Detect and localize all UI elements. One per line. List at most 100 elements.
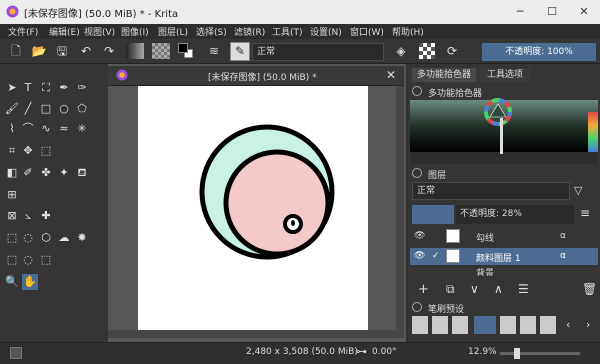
visibility-eye-icon[interactable]: 👁	[414, 251, 425, 261]
brush-preset-thumb[interactable]	[500, 316, 516, 334]
close-button[interactable]: ✕	[568, 0, 600, 24]
fill-bucket-icon[interactable]: ⛾	[74, 165, 90, 181]
edit-shapes-icon[interactable]: ⛶	[38, 80, 54, 96]
brush-settings-icon[interactable]: ≋	[206, 43, 222, 59]
tab-color-selector[interactable]: 多功能拾色器	[412, 68, 476, 82]
ellipse-tool-icon[interactable]: ○	[56, 101, 72, 117]
layer-blend-mode-select[interactable]: 正常	[412, 182, 570, 200]
brush-preset-thumb[interactable]	[432, 316, 448, 334]
layer-properties-icon[interactable]: ☰	[518, 282, 529, 296]
chevron-right-icon[interactable]: ›	[586, 318, 590, 331]
layer-opacity-slider[interactable]: 不透明度: 28%	[456, 205, 574, 224]
lock-icon[interactable]	[412, 168, 422, 178]
zoom-slider[interactable]	[500, 352, 580, 355]
filter-icon[interactable]: ▽	[574, 184, 582, 197]
layer-row[interactable]: 背景	[410, 268, 598, 276]
multibrush-icon[interactable]: ✳	[74, 121, 90, 137]
colorize-mask-icon[interactable]: ✤	[38, 165, 54, 181]
menu-view[interactable]: 视图(V)	[84, 25, 115, 38]
zoom-slider-handle[interactable]	[514, 348, 520, 359]
ruler-tool-icon[interactable]: ⦣	[20, 208, 36, 224]
alpha-lock-icon[interactable]: α	[560, 231, 566, 241]
tab-tool-options[interactable]: 工具选项	[480, 68, 530, 82]
undo-icon[interactable]: ↶	[78, 43, 94, 59]
chevron-left-icon[interactable]: ‹	[566, 318, 570, 331]
gradient-tool-icon[interactable]: ◧	[4, 165, 20, 181]
measure-tool-icon[interactable]: ⊠	[4, 208, 20, 224]
text-tool-icon[interactable]: T	[20, 80, 36, 96]
minimize-button[interactable]: ─	[504, 0, 536, 24]
select-shapes-icon[interactable]: ➤	[4, 80, 20, 96]
transform-tool-icon[interactable]: ⬚	[38, 143, 54, 159]
smart-fill-icon[interactable]: ✦	[56, 165, 72, 181]
menu-file[interactable]: 文件(F)	[8, 25, 38, 38]
new-document-icon[interactable]: 🗋	[8, 43, 24, 59]
freehand-path-icon[interactable]: ∿	[38, 121, 54, 137]
polyline-tool-icon[interactable]: ⌇	[4, 121, 20, 137]
menu-filter[interactable]: 滤镜(R)	[234, 25, 265, 38]
reload-preset-icon[interactable]: ⟳	[444, 43, 460, 59]
layer-color-swatch[interactable]	[412, 205, 454, 224]
menu-window[interactable]: 窗口(W)	[350, 25, 384, 38]
brush-preset-thumb[interactable]	[540, 316, 556, 334]
brush-preset-thumb[interactable]	[452, 316, 468, 334]
color-wheel-icon[interactable]	[484, 98, 512, 126]
alpha-lock-icon[interactable]	[419, 43, 435, 59]
dynamic-brush-icon[interactable]: ≈	[56, 121, 72, 137]
bezier-select-icon[interactable]: ◌	[20, 252, 36, 268]
menu-settings[interactable]: 设置(N)	[310, 25, 342, 38]
pan-tool-icon[interactable]: ✋	[22, 274, 38, 290]
lock-icon[interactable]	[412, 302, 422, 312]
move-tool-icon[interactable]: ✥	[20, 143, 36, 159]
move-layer-down-icon[interactable]: ∨	[470, 282, 479, 296]
color-picker-icon[interactable]: ✐	[20, 165, 36, 181]
lock-icon[interactable]	[412, 86, 422, 96]
brush-preset-thumb[interactable]	[520, 316, 536, 334]
menu-select[interactable]: 选择(S)	[196, 25, 227, 38]
horizontal-scrollbar[interactable]	[108, 330, 404, 338]
color-history-strip[interactable]	[588, 112, 598, 152]
blend-mode-select[interactable]: 正常	[252, 43, 384, 61]
fg-bg-color-icon[interactable]	[178, 43, 194, 59]
alpha-lock-icon[interactable]: α	[560, 251, 566, 261]
duplicate-layer-icon[interactable]: ⧉	[446, 282, 455, 297]
assistant-tool-icon[interactable]: ⊞	[4, 187, 20, 203]
layer-row-selected[interactable]: 👁 ✓ 颜料图层 1 α	[410, 248, 598, 265]
vertical-scrollbar[interactable]	[396, 86, 404, 330]
canvas[interactable]	[138, 86, 368, 330]
rect-select-icon[interactable]: ⬚	[4, 230, 20, 246]
add-layer-icon[interactable]: +	[418, 282, 429, 297]
visibility-eye-icon[interactable]: 👁	[414, 231, 425, 241]
delete-layer-icon[interactable]: 🗑	[582, 282, 597, 296]
zoom-tool-icon[interactable]: 🔍	[4, 274, 20, 290]
layer-menu-icon[interactable]: ≡	[580, 206, 590, 220]
rectangle-tool-icon[interactable]: □	[38, 101, 54, 117]
freehand-select-icon[interactable]: ☁	[56, 230, 72, 246]
ellipse-select-icon[interactable]: ◌	[20, 230, 36, 246]
color-select-icon[interactable]: ⬚	[4, 252, 20, 268]
magic-wand-icon[interactable]: ✸	[74, 230, 90, 246]
polygon-tool-icon[interactable]: ⬠	[74, 101, 90, 117]
line-tool-icon[interactable]: ╱	[20, 101, 36, 117]
gradient-swatch[interactable]	[126, 43, 144, 59]
brush-preset-thumb-selected[interactable]	[474, 316, 496, 334]
bezier-tool-icon[interactable]: ⌒	[20, 121, 36, 137]
maximize-button[interactable]: ☐	[536, 0, 568, 24]
move-layer-up-icon[interactable]: ∧	[494, 282, 503, 296]
brush-preset-thumb[interactable]	[412, 316, 428, 334]
reference-tool-icon[interactable]: ✚	[38, 208, 54, 224]
calligraphy-icon[interactable]: ✒	[56, 80, 72, 96]
menu-layer[interactable]: 图层(L)	[158, 25, 188, 38]
menu-image[interactable]: 图像(I)	[121, 25, 149, 38]
redo-icon[interactable]: ↷	[101, 43, 117, 59]
slider-handle[interactable]	[500, 118, 503, 154]
menu-edit[interactable]: 编辑(E)	[49, 25, 80, 38]
crop-tool-icon[interactable]: ⌗	[4, 143, 20, 159]
magnetic-select-icon[interactable]: ⬚	[38, 252, 54, 268]
close-document-icon[interactable]: ✕	[386, 68, 396, 82]
menu-tools[interactable]: 工具(T)	[272, 25, 303, 38]
layer-row[interactable]: 👁 勾线 α	[410, 228, 598, 245]
polygon-select-icon[interactable]: ⬡	[38, 230, 54, 246]
freehand-brush-icon[interactable]: 🖌	[4, 101, 20, 117]
open-document-icon[interactable]: 📂	[31, 43, 47, 59]
